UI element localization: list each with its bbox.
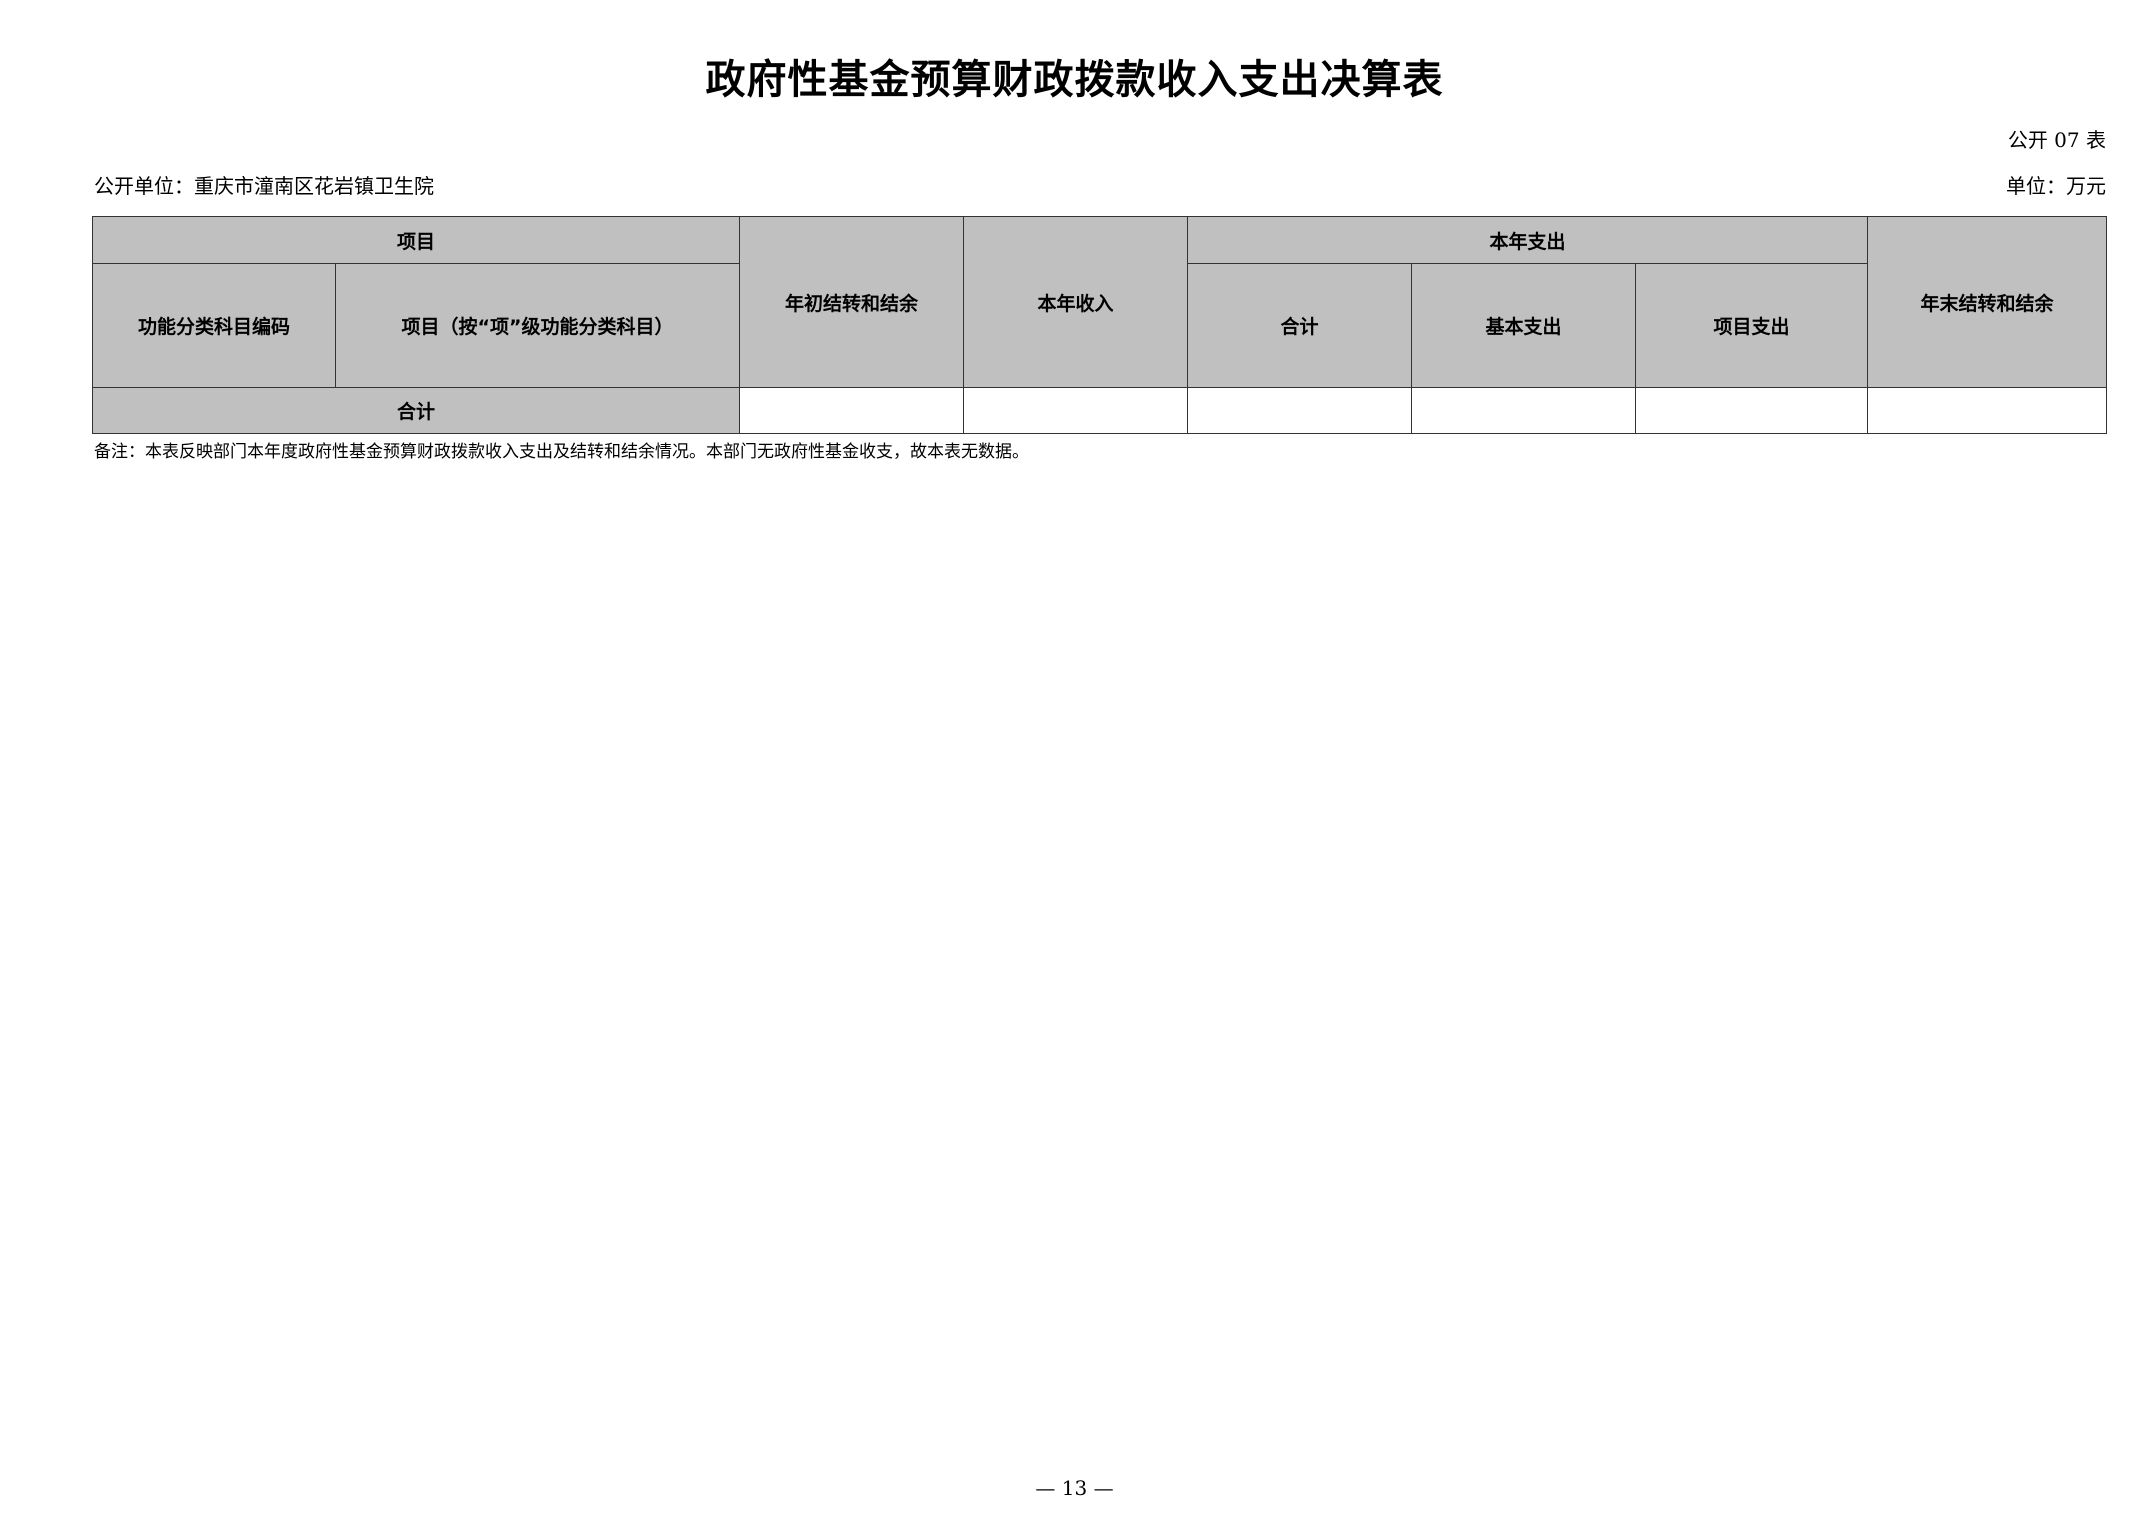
page-number: — 13 — [1035,1476,1114,1500]
header-item-name: 项目（按“项”级功能分类科目） [334,263,741,388]
header-current-expense: 本年支出 [1187,216,1869,264]
form-number: 公开 07 表 [2007,128,2106,152]
header-project-expense: 项目支出 [1635,263,1869,388]
total-opening-balance [739,387,965,434]
document-title: 政府性基金预算财政拨款收入支出决算表 [705,57,1444,103]
fund-budget-table: 项目 年初结转和结余 本年收入 本年支出 年末结转和结余 功能分类科目编码 项目… [91,216,2108,434]
header-basic-expense: 基本支出 [1411,263,1637,388]
header-expense-total: 合计 [1187,263,1413,388]
total-current-income [963,387,1189,434]
header-closing-balance: 年末结转和结余 [1867,216,2108,388]
header-current-income: 本年收入 [963,216,1189,388]
currency-unit: 单位：万元 [2006,174,2106,198]
total-basic-expense [1411,387,1637,434]
header-row-1: 项目 年初结转和结余 本年收入 本年支出 年末结转和结余 [91,216,2108,388]
table-note: 备注：本表反映部门本年度政府性基金预算财政拨款收入支出及结转和结余情况。本部门无… [94,442,1029,462]
header-item: 项目 [91,216,741,264]
header-function-code: 功能分类科目编码 [92,263,336,388]
header-opening-balance: 年初结转和结余 [739,216,965,388]
reporting-unit: 公开单位：重庆市潼南区花岩镇卫生院 [94,174,434,198]
total-expense-total [1187,387,1413,434]
total-project-expense [1635,387,1869,434]
total-row-label: 合计 [91,387,741,434]
total-row: 合计 [91,387,2108,434]
total-closing-balance [1867,387,2108,434]
